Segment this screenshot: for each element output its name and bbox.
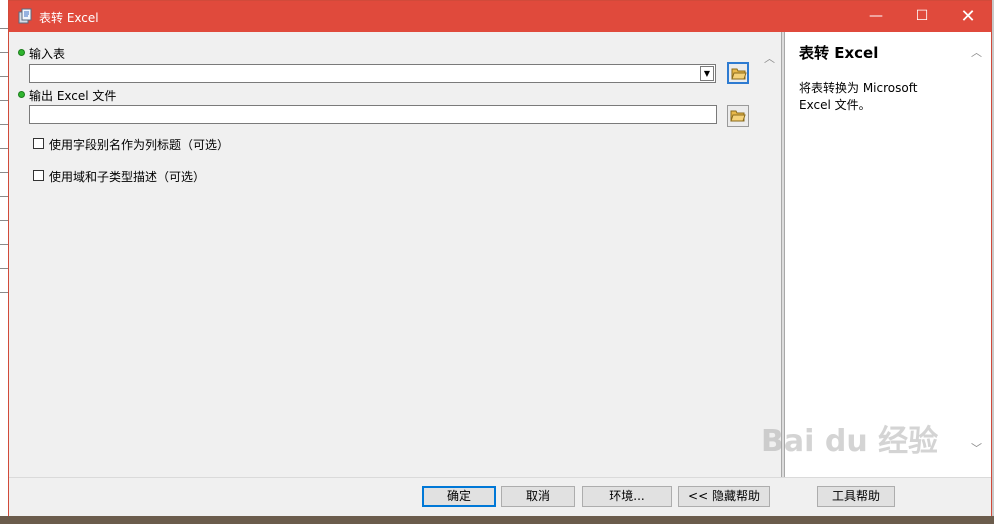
dialog-button-bar: 确定 取消 环境... << 隐藏帮助 工具帮助 xyxy=(9,477,991,516)
required-indicator-icon xyxy=(18,91,25,98)
browse-output-button[interactable] xyxy=(727,105,749,127)
browse-input-button[interactable] xyxy=(727,62,749,84)
help-scroll-up-icon[interactable]: ︿ xyxy=(971,44,982,60)
help-description: 将表转换为 Microsoft Excel 文件。 xyxy=(799,81,918,112)
help-title: 表转 Excel xyxy=(799,44,879,62)
toolbox-icon xyxy=(18,8,32,24)
parameters-pane: 输入表 ▼ 输出 Excel 文件 使用字段别名作为列标题（可选） 使用域和子类… xyxy=(9,32,781,477)
tool-help-button[interactable]: 工具帮助 xyxy=(817,486,895,507)
input-table-dropdown[interactable]: ▼ xyxy=(29,64,716,83)
input-table-label: 输入表 xyxy=(29,47,66,61)
help-pane: 表转 Excel 将表转换为 Microsoft Excel 文件。 ︿ ﹀ xyxy=(785,32,991,477)
close-icon: ✕ xyxy=(960,6,976,27)
title-bar: 表转 Excel — ☐ ✕ xyxy=(9,1,991,32)
window-title: 表转 Excel xyxy=(39,11,99,25)
ok-button[interactable]: 确定 xyxy=(422,486,496,507)
help-scroll-down-icon[interactable]: ﹀ xyxy=(971,440,982,456)
minimize-button[interactable]: — xyxy=(853,1,899,32)
minimize-icon: — xyxy=(869,8,883,24)
background-desktop-strip xyxy=(0,516,994,524)
open-folder-icon xyxy=(731,68,747,80)
domain-subtype-label: 使用域和子类型描述（可选） xyxy=(49,170,206,184)
field-alias-label: 使用字段别名作为列标题（可选） xyxy=(49,138,230,152)
output-excel-label: 输出 Excel 文件 xyxy=(29,89,117,103)
hide-help-button[interactable]: << 隐藏帮助 xyxy=(678,486,770,507)
required-indicator-icon xyxy=(18,49,25,56)
scroll-up-icon[interactable]: ︿ xyxy=(764,50,775,66)
maximize-icon: ☐ xyxy=(915,8,929,24)
output-excel-field[interactable] xyxy=(29,105,717,124)
table-to-excel-dialog: 表转 Excel — ☐ ✕ 输入表 ▼ 输出 Excel 文件 使用字段别名作… xyxy=(8,0,992,516)
field-alias-checkbox[interactable] xyxy=(33,138,44,149)
open-folder-icon xyxy=(730,110,746,122)
domain-subtype-checkbox[interactable] xyxy=(33,170,44,181)
baidu-watermark-logo: Bai du 经验 xyxy=(761,424,939,459)
environments-button[interactable]: 环境... xyxy=(582,486,672,507)
close-button[interactable]: ✕ xyxy=(945,1,991,32)
maximize-button[interactable]: ☐ xyxy=(899,1,945,32)
chevron-down-icon[interactable]: ▼ xyxy=(700,66,714,81)
cancel-button[interactable]: 取消 xyxy=(501,486,575,507)
